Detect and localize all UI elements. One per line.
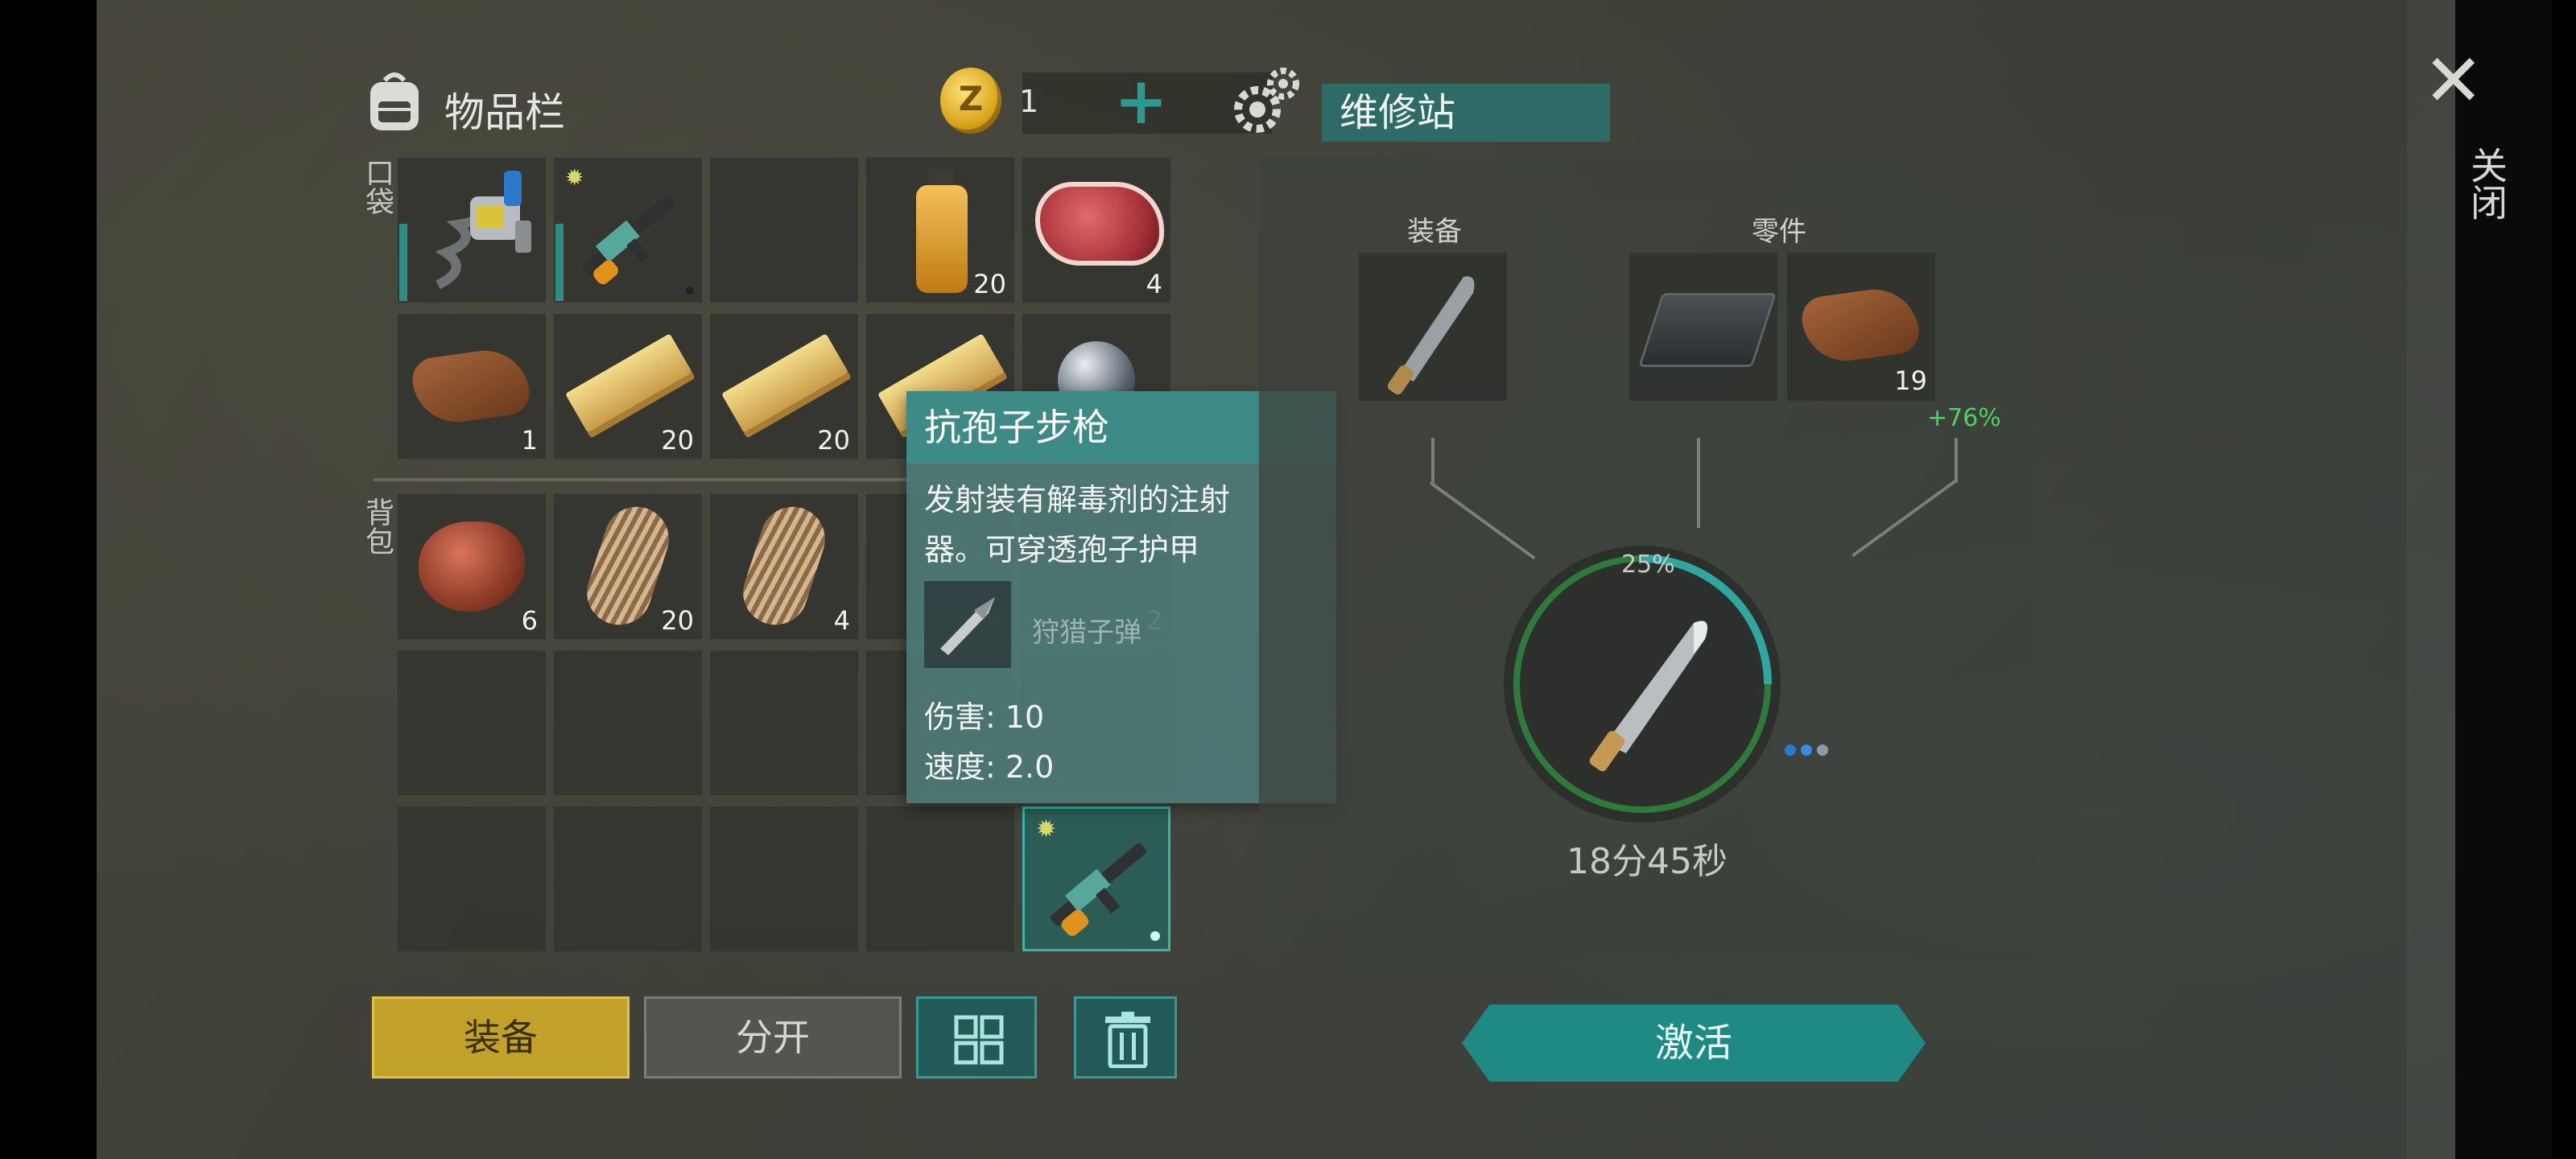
leather-icon (409, 344, 533, 428)
connector-line (1697, 438, 1700, 528)
loading-dots-icon (1782, 744, 1831, 759)
backpack-icon (364, 69, 425, 135)
backpack-slot-empty[interactable] (710, 650, 858, 795)
machete-icon (1375, 261, 1496, 401)
plank-icon (721, 333, 848, 433)
coin-icon: Z (940, 68, 1001, 134)
meat-icon (1035, 182, 1164, 266)
split-button[interactable]: 分开 (644, 996, 902, 1079)
selected-slot-rifle[interactable]: ✹ (1022, 806, 1170, 951)
tooltip-description-line2: 器。可穿透孢子护甲 (924, 532, 1200, 567)
coin-count: 1 (1019, 84, 1039, 119)
backpack-slot-empty[interactable] (398, 806, 546, 951)
item-count: 20 (817, 425, 850, 456)
backpack-slot-empty[interactable] (866, 806, 1014, 951)
bottle-icon (916, 185, 968, 293)
grid-icon (954, 1015, 1004, 1074)
backpack-slot-empty[interactable] (710, 806, 858, 951)
pocket-slot-meat[interactable]: 4 (1022, 158, 1170, 303)
sort-button[interactable] (916, 996, 1037, 1079)
drill-icon (414, 164, 543, 299)
item-count: 1 (521, 425, 538, 456)
progress-percent: 25% (1621, 551, 1675, 579)
plank-icon (565, 333, 692, 433)
backpack-slot-ore[interactable]: 6 (398, 494, 546, 639)
item-count: 20 (661, 425, 694, 456)
ore-icon (419, 522, 525, 612)
parts-label: 零件 (1752, 216, 1806, 248)
ammo-label: 狩猎子弹 (1032, 617, 1141, 649)
add-coins-button[interactable]: + (1114, 69, 1168, 134)
backpack-label: 背包 (361, 497, 394, 555)
repair-timer: 18分45秒 (1567, 841, 1728, 882)
connector-line (1431, 438, 1435, 483)
pocket-slot-rifle[interactable]: ✹ (554, 158, 702, 303)
pocket-label: 口袋 (361, 158, 394, 216)
inventory-title: 物品栏 (444, 89, 565, 136)
pocket-slot-empty[interactable] (710, 158, 858, 303)
pocket-slot-plank[interactable]: 20 (554, 314, 702, 459)
trash-icon (1104, 1012, 1152, 1077)
parts-slot-leather[interactable]: 19 (1787, 253, 1935, 401)
delete-button[interactable] (1074, 996, 1177, 1079)
bottle-cap (929, 169, 953, 187)
pocket-slot-leather[interactable]: 1 (398, 314, 546, 459)
repair-progress-ring (1501, 542, 1784, 826)
item-count: 4 (833, 605, 850, 636)
backpack-slot-empty[interactable] (554, 650, 702, 795)
connector-line (1852, 478, 1958, 558)
durability-bar (399, 224, 407, 301)
backpack-slot-empty[interactable] (398, 650, 546, 795)
connector-line (1955, 438, 1958, 483)
ammo-icon (924, 581, 1011, 668)
item-count: 20 (661, 605, 694, 636)
repair-panel: 装备 零件 19 +76% 25% 18分45秒 (1259, 158, 2035, 958)
item-count: 20 (973, 269, 1006, 299)
tooltip-description-line1: 发射装有解毒剂的注射 (924, 482, 1231, 518)
pocket-slot-plank[interactable]: 20 (710, 314, 858, 459)
backpack-slot-empty[interactable] (554, 806, 702, 951)
parts-bonus: +76% (1927, 404, 2001, 432)
leather-icon (1798, 283, 1922, 367)
status-dot (1150, 931, 1160, 941)
status-dot (686, 287, 694, 295)
rifle-icon (1033, 820, 1165, 952)
gears-icon (1228, 64, 1302, 138)
fiber-icon (734, 498, 834, 633)
rifle-icon (565, 172, 694, 301)
pocket-slot-drill[interactable] (398, 158, 546, 303)
ingot-icon (1638, 293, 1777, 367)
tooltip-damage: 伤害: 10 (924, 699, 1045, 735)
parts-slot-ingot[interactable] (1629, 253, 1777, 401)
item-count: 6 (521, 605, 538, 636)
pocket-slot-bottle[interactable]: 20 (866, 158, 1014, 303)
close-label[interactable]: 关闭 (2460, 146, 2513, 221)
activate-button[interactable]: 激活 (1462, 1004, 1926, 1082)
close-icon[interactable]: ✕ (2423, 45, 2483, 118)
repair-station-title: 维修站 (1322, 84, 1610, 142)
durability-bar (555, 224, 564, 301)
equipment-label: 装备 (1407, 216, 1462, 248)
tooltip-speed: 速度: 2.0 (924, 749, 1055, 785)
backpack-slot-fiber[interactable]: 4 (710, 494, 858, 639)
parts-count: 19 (1894, 365, 1927, 396)
backpack-slot-fiber[interactable]: 20 (554, 494, 702, 639)
item-count: 4 (1146, 269, 1162, 299)
game-screen: 物品栏 Z 1 + 维修站 口袋 背包 ✹ 20 4 1 20 20 6 20 … (97, 0, 2552, 1159)
equip-button[interactable]: 装备 (372, 996, 630, 1079)
equipment-slot[interactable] (1359, 253, 1507, 401)
